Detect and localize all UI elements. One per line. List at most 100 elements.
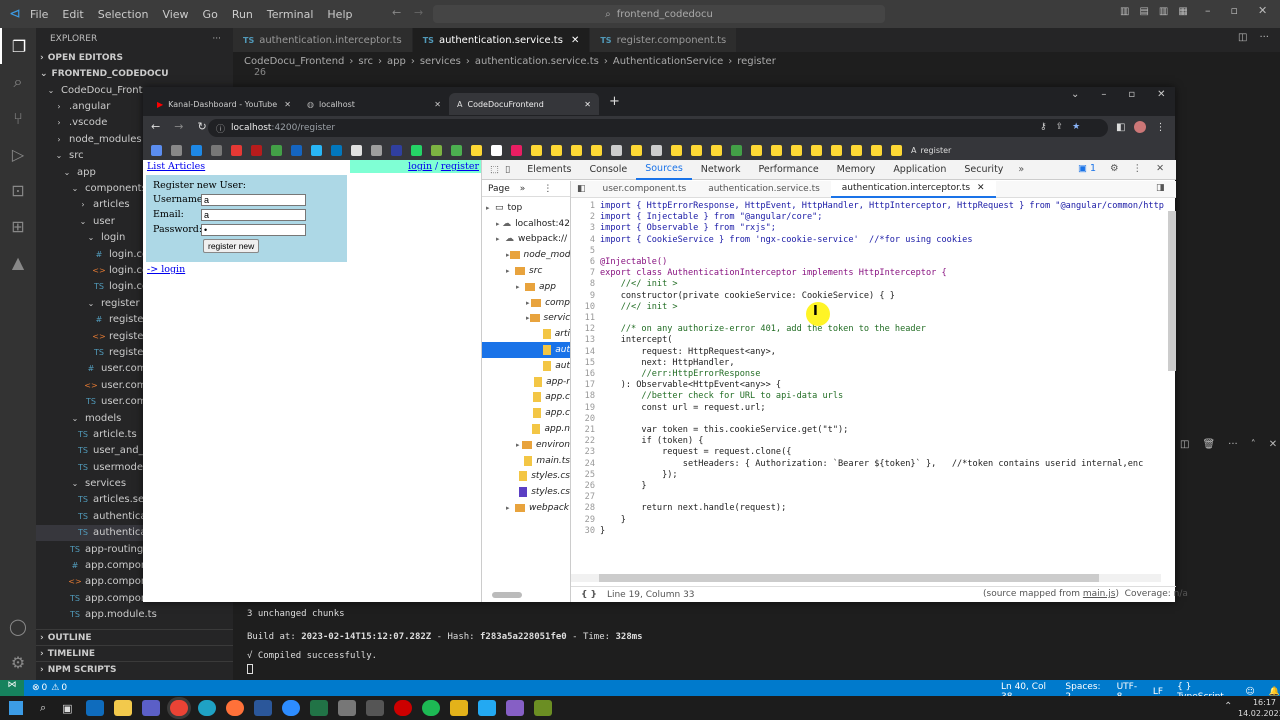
close-tab-icon[interactable]: ✕: [571, 35, 579, 46]
bookmark-icon[interactable]: [311, 144, 322, 156]
navigator-item[interactable]: app.n: [482, 421, 570, 437]
close-tab-icon[interactable]: ✕: [434, 100, 441, 109]
open-editors-section[interactable]: › OPEN EDITORS: [36, 50, 233, 66]
bookmark-icon[interactable]: [551, 144, 562, 156]
explorer-app-icon[interactable]: [113, 700, 132, 716]
breadcrumb-item[interactable]: services: [420, 56, 461, 67]
toggle-panel-icon[interactable]: ▤: [1139, 6, 1148, 17]
warnings-count[interactable]: 0: [61, 683, 67, 693]
menu-item[interactable]: Terminal: [267, 8, 314, 21]
navigator-item[interactable]: main.ts: [482, 453, 570, 469]
extensions-icon[interactable]: ⊞: [0, 208, 36, 244]
bookmark-icon[interactable]: [651, 144, 662, 156]
navigator-item[interactable]: ▸ ☁ webpack://: [482, 232, 570, 248]
devtools-tab[interactable]: Sources: [636, 160, 692, 180]
chrome-icon[interactable]: [169, 700, 188, 716]
tab-search-icon[interactable]: ⌄: [1071, 89, 1079, 100]
menu-item[interactable]: Help: [327, 8, 352, 21]
zoom-icon[interactable]: [281, 700, 300, 716]
navigator-scrollbar[interactable]: [492, 592, 522, 598]
nav-back-icon[interactable]: ←: [392, 6, 401, 19]
bookmark-icon[interactable]: [351, 144, 362, 156]
login-link[interactable]: login: [408, 161, 432, 172]
devtools-tab[interactable]: Elements: [518, 160, 580, 180]
bookmark-icon[interactable]: [331, 144, 342, 156]
close-tab-icon[interactable]: ✕: [977, 183, 985, 193]
devtools-tab[interactable]: Security: [955, 160, 1012, 180]
more-tabs-icon[interactable]: »: [520, 184, 526, 194]
pretty-print-icon[interactable]: { }: [581, 590, 597, 600]
source-tab[interactable]: authentication.service.ts: [697, 181, 831, 198]
edge-icon[interactable]: [197, 700, 216, 716]
editor-tab[interactable]: TS authentication.service.ts ✕: [412, 28, 591, 52]
profile-avatar[interactable]: [1134, 121, 1147, 133]
devtools-tab[interactable]: Network: [692, 160, 750, 180]
search-icon[interactable]: ⌕: [0, 64, 36, 100]
toggle-sidebar-icon[interactable]: ▥: [1120, 6, 1129, 17]
navigator-item[interactable]: ▸ ☁ localhost:42: [482, 216, 570, 232]
vertical-scrollbar[interactable]: [1168, 211, 1176, 371]
breadcrumb-item[interactable]: register: [737, 56, 776, 67]
maximize-icon[interactable]: ▫: [1231, 4, 1238, 17]
azure-icon[interactable]: ▲: [0, 244, 36, 280]
menu-kebab-icon[interactable]: ⋮: [1155, 122, 1165, 133]
bookmark-icon[interactable]: [451, 144, 462, 156]
sidepanel-icon[interactable]: ◧: [1116, 122, 1125, 133]
menu-item[interactable]: Edit: [62, 8, 83, 21]
outline-section[interactable]: › OUTLINE: [36, 629, 233, 645]
warnings-icon[interactable]: ⚠: [51, 683, 59, 693]
navigator-item[interactable]: styles.cs: [482, 484, 570, 500]
windows-start-icon[interactable]: [9, 701, 23, 715]
settings-gear-icon[interactable]: ⚙: [1110, 163, 1119, 174]
npm-scripts-section[interactable]: › NPM SCRIPTS: [36, 661, 233, 677]
chevron-up-icon[interactable]: ˄: [1251, 439, 1256, 450]
page-tab[interactable]: Page: [488, 184, 510, 194]
inspect-element-icon[interactable]: ⬚: [490, 164, 499, 175]
split-editor-icon[interactable]: ◫: [1238, 32, 1247, 43]
navigator-item[interactable]: ▸ app: [482, 279, 570, 295]
navigator-item[interactable]: ▸ servic: [482, 311, 570, 327]
account-icon[interactable]: ◯: [0, 608, 36, 644]
devtools-tab[interactable]: Console: [581, 160, 637, 180]
close-devtools-icon[interactable]: ✕: [1156, 163, 1164, 174]
forward-icon[interactable]: →: [174, 120, 183, 133]
bookmark-icon[interactable]: [831, 144, 842, 156]
more-actions-icon[interactable]: ···: [1259, 32, 1269, 43]
word-icon[interactable]: [253, 700, 272, 716]
navigator-item[interactable]: ▸ environ: [482, 437, 570, 453]
register-link[interactable]: register: [441, 161, 479, 172]
bookmark-icon[interactable]: [431, 144, 442, 156]
firefox-icon[interactable]: [225, 700, 244, 716]
more-actions-icon[interactable]: ···: [1228, 439, 1238, 450]
bookmark-icon[interactable]: [191, 144, 202, 156]
navigator-item[interactable]: aut: [482, 342, 570, 358]
key-icon[interactable]: ⚷: [1040, 122, 1047, 132]
timeline-section[interactable]: › TIMELINE: [36, 645, 233, 661]
devtools-tab[interactable]: Application: [884, 160, 955, 180]
breadcrumb-item[interactable]: app: [387, 56, 406, 67]
navigator-item[interactable]: ▸ src: [482, 263, 570, 279]
source-control-icon[interactable]: ⑂: [0, 100, 36, 136]
close-panel-icon[interactable]: ✕: [1269, 439, 1277, 450]
share-icon[interactable]: ⇪: [1056, 122, 1064, 132]
bookmark-icon[interactable]: [271, 144, 282, 156]
bookmark-icon[interactable]: [371, 144, 382, 156]
task-view-icon[interactable]: ▣: [62, 702, 72, 715]
teams-icon[interactable]: [141, 700, 160, 716]
menu-item[interactable]: Selection: [98, 8, 149, 21]
bookmark-icon[interactable]: [151, 144, 162, 156]
explorer-icon[interactable]: ❐: [0, 28, 36, 64]
bookmark-icon[interactable]: [531, 144, 542, 156]
bookmark-icon[interactable]: [251, 144, 262, 156]
bookmark-icon[interactable]: [171, 144, 182, 156]
editor-tab[interactable]: TS register.component.ts: [590, 28, 738, 52]
bookmark-icon[interactable]: [791, 144, 802, 156]
list-articles-link[interactable]: List Articles: [147, 161, 205, 172]
bookmark-icon[interactable]: [771, 144, 782, 156]
close-tab-icon[interactable]: ✕: [584, 100, 591, 109]
bookmark-icon[interactable]: [811, 144, 822, 156]
breadcrumb-item[interactable]: authentication.service.ts: [475, 56, 599, 67]
browser-tab[interactable]: A CodeDocuFrontend ✕: [449, 93, 599, 115]
kebab-menu-icon[interactable]: ⋮: [1133, 163, 1143, 174]
bookmark-icon[interactable]: [691, 144, 702, 156]
